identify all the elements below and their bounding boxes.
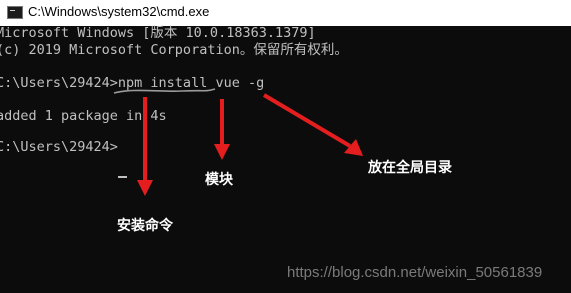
arrow-global-head <box>344 139 363 156</box>
watermark-text: https://blog.csdn.net/weixin_50561839 <box>287 264 543 281</box>
annotation-install-command: 安装命令 <box>117 218 173 234</box>
underline-mark <box>113 88 216 94</box>
annotation-overlay <box>113 88 363 196</box>
arrow-global-shaft <box>262 93 352 148</box>
arrow-module-head <box>214 144 230 160</box>
arrow-install-head <box>137 180 153 196</box>
annotation-module: 模块 <box>205 172 233 188</box>
annotation-global-dir: 放在全局目录 <box>368 160 452 176</box>
